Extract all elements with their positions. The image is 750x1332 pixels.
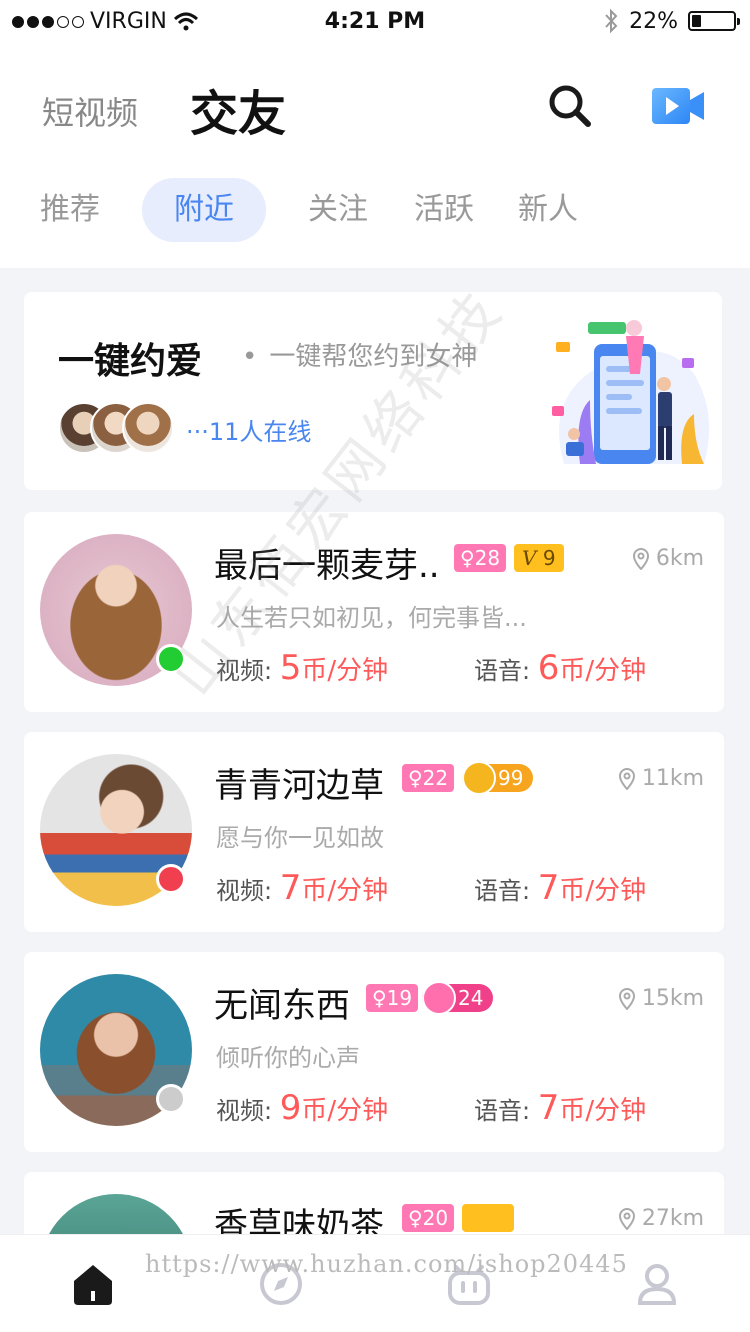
voice-price-label: 语音: — [474, 657, 531, 685]
level-value: 99 — [498, 766, 524, 790]
location-pin-icon — [632, 547, 649, 570]
distance: 15km — [618, 986, 704, 1011]
category-tabs: 推荐 附近 关注 活跃 新人 — [0, 178, 750, 242]
level-badge: 99 — [462, 761, 534, 795]
distance-value: 27km — [641, 1206, 704, 1231]
star-icon — [422, 981, 456, 1015]
voice-price: 语音: 7币/分钟 — [474, 868, 646, 908]
video-price-label: 视频: — [216, 877, 273, 905]
distance: 11km — [618, 766, 704, 791]
tab-active[interactable]: 活跃 — [414, 178, 474, 242]
video-price-unit: 币/分钟 — [301, 656, 389, 686]
user-bio: 愿与你一见如故 — [216, 824, 384, 852]
battery-icon — [688, 11, 740, 31]
location-pin-icon — [618, 767, 635, 790]
vip-level: 9 — [542, 546, 556, 570]
location-pin-icon — [618, 987, 635, 1010]
voice-price-value: 6 — [537, 648, 560, 688]
level-value: 24 — [458, 986, 484, 1010]
video-price-value: 5 — [279, 648, 302, 688]
voice-price-value: 7 — [537, 1088, 560, 1128]
distance: 27km — [618, 1206, 704, 1231]
nav-dating[interactable]: 交友 — [190, 74, 286, 144]
vip-level-badge — [462, 1204, 514, 1232]
video-price-unit: 币/分钟 — [301, 1096, 389, 1126]
distance-value: 15km — [641, 986, 704, 1011]
distance-value: 6km — [655, 546, 704, 571]
user-name: 无闻东西 — [214, 986, 350, 1026]
vip-level-badge: V 9 — [514, 544, 564, 572]
user-name: 青青河边草 — [214, 766, 384, 806]
user-card[interactable]: 最后一颗麦芽.. ♀28 V 9 6km 人生若只如初见，何完事皆... 视频:… — [24, 512, 724, 712]
voice-price-unit: 币/分钟 — [559, 876, 647, 906]
user-bio: 倾听你的心声 — [216, 1044, 360, 1072]
battery-percent: 22% — [629, 8, 678, 34]
gender-age-badge: ♀28 — [454, 544, 507, 572]
distance-value: 11km — [641, 766, 704, 791]
video-price: 视频: 9币/分钟 — [216, 1088, 388, 1128]
location-pin-icon — [618, 1207, 635, 1230]
user-icon[interactable] — [634, 1261, 680, 1307]
user-card[interactable]: 青青河边草 ♀22 99 11km 愿与你一见如故 视频: 7币/分钟 语音: … — [24, 732, 724, 932]
video-camera-icon[interactable] — [650, 84, 706, 128]
tab-following[interactable]: 关注 — [308, 178, 368, 242]
url-watermark: https://www.huzhan.com/ishop20445 — [145, 1250, 628, 1278]
video-price: 视频: 7币/分钟 — [216, 868, 388, 908]
nav-short-video[interactable]: 短视频 — [42, 88, 138, 134]
voice-price: 语音: 7币/分钟 — [474, 1088, 646, 1128]
status-right: 22% — [603, 8, 740, 34]
home-icon[interactable] — [70, 1261, 116, 1307]
tab-new[interactable]: 新人 — [518, 178, 578, 242]
voice-price-unit: 币/分钟 — [559, 1096, 647, 1126]
busy-status-dot — [156, 864, 186, 894]
bottom-tab-bar — [0, 1234, 750, 1332]
gender-age-badge: ♀22 — [402, 764, 455, 792]
crown-icon — [462, 761, 496, 795]
voice-price-value: 7 — [537, 868, 560, 908]
video-price-value: 7 — [279, 868, 302, 908]
gender-age-badge: ♀20 — [402, 1204, 455, 1232]
video-price-value: 9 — [279, 1088, 302, 1128]
online-avatars — [58, 402, 178, 454]
voice-price-unit: 币/分钟 — [559, 656, 647, 686]
vip-icon: V — [522, 546, 537, 570]
level-badge: 24 — [422, 981, 494, 1015]
online-count: ···11人在线 — [186, 418, 312, 446]
video-price-unit: 币/分钟 — [301, 876, 389, 906]
tab-recommend[interactable]: 推荐 — [40, 178, 100, 242]
voice-price-label: 语音: — [474, 877, 531, 905]
gender-age-badge: ♀19 — [366, 984, 419, 1012]
search-icon[interactable] — [546, 82, 594, 130]
avatar — [122, 402, 174, 454]
dating-illustration — [552, 320, 710, 464]
bluetooth-icon — [605, 8, 618, 34]
user-card[interactable]: 无闻东西 ♀19 24 15km 倾听你的心声 视频: 9币/分钟 语音: 7币… — [24, 952, 724, 1152]
status-bar: VIRGIN 4:21 PM 22% — [0, 0, 750, 44]
offline-status-dot — [156, 1084, 186, 1114]
voice-price: 语音: 6币/分钟 — [474, 648, 646, 688]
voice-price-label: 语音: — [474, 1097, 531, 1125]
promo-title: 一键约爱 — [58, 341, 203, 382]
tab-nearby[interactable]: 附近 — [142, 178, 266, 242]
distance: 6km — [632, 546, 704, 571]
video-price-label: 视频: — [216, 1097, 273, 1125]
